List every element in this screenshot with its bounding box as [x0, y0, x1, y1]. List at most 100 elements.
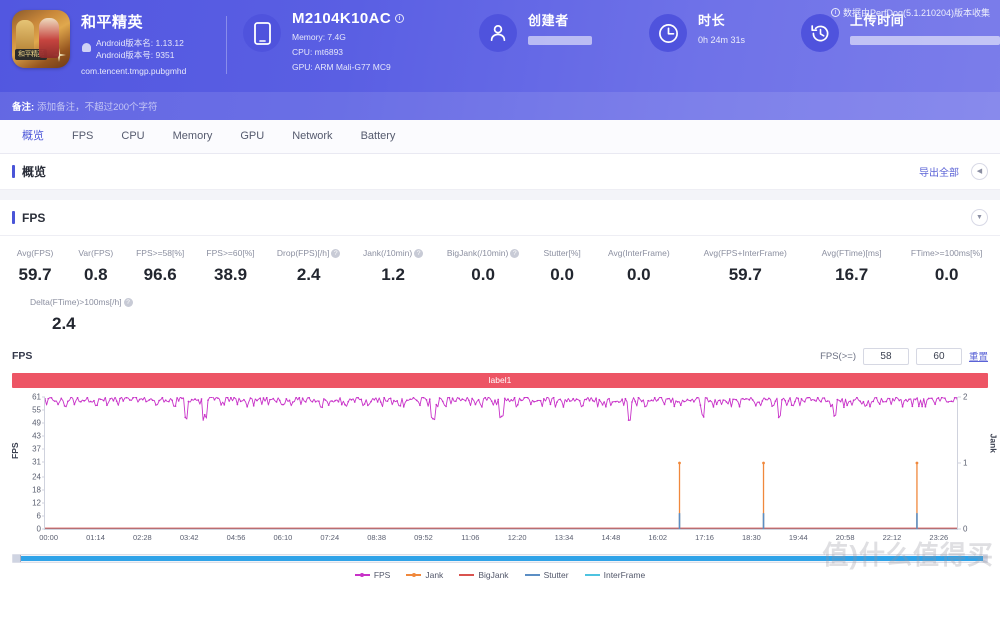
- plot-inner-area[interactable]: 0 6 12 18 24 31 37 43 49 55 61 0 1 2 00:00 01:14 02:28 03…: [32, 393, 967, 543]
- device-memory: Memory: 7.4G: [292, 32, 346, 42]
- metric-label: Stutter[%]: [543, 248, 581, 258]
- help-icon[interactable]: ?: [331, 248, 341, 258]
- x-axis-tick: 07:24: [320, 533, 340, 542]
- legend-item-jank[interactable]: Jank: [406, 570, 443, 580]
- metric-label: Avg(FTime)[ms]: [821, 248, 882, 258]
- fps-filter-label: FPS(>=): [820, 350, 856, 362]
- x-axis-tick: 13:34: [554, 533, 574, 542]
- metric-label: FTime>=100ms[%]: [910, 248, 983, 258]
- fps-min-input[interactable]: 58: [862, 347, 909, 365]
- y2-axis-tick: 0: [963, 524, 968, 534]
- y-axis-tick: 49: [32, 418, 41, 428]
- y-axis-tick: 12: [32, 498, 41, 508]
- legend-label: FPS: [373, 570, 391, 580]
- y-axis-tick: 31: [32, 457, 41, 467]
- y-axis-tick: 6: [36, 511, 41, 521]
- y-axis-tick-mark: [42, 489, 45, 491]
- tab-battery[interactable]: Battery: [347, 120, 410, 153]
- app-info-block: 和平精英 和平精英 Android版本名: 1.13.12 Android版本号…: [0, 10, 218, 76]
- perfdog-version-note: i 数据由PerfDog(5.1.210204)版本收集: [830, 6, 990, 19]
- duration-value: 0h 24m 31s: [698, 35, 746, 45]
- y2-axis-tick: 2: [963, 392, 968, 402]
- chart-title: FPS: [12, 350, 33, 362]
- metric-fps-ge-60: FPS>=60[%] 38.9: [195, 244, 266, 285]
- x-axis-tick: 17:16: [695, 533, 714, 542]
- history-icon-glyph: [810, 24, 828, 41]
- tab-overview[interactable]: 概览: [8, 120, 58, 153]
- metric-label: Delta(FTime)>100ms[/h]: [30, 297, 122, 307]
- y-axis-tick: 55: [32, 405, 41, 415]
- memo-input-placeholder[interactable]: 添加备注，不超过200个字符: [37, 99, 157, 113]
- legend-marker: [411, 573, 416, 577]
- scrollbar-handle-right[interactable]: [983, 555, 987, 562]
- fps-chart-plot: FPS Jank 0 6 12 18 24 31 37 43 49 55 61 0 1 2 00:00 01:…: [0, 393, 1000, 548]
- clock-icon-glyph: [658, 23, 678, 43]
- legend-item-interframe[interactable]: InterFrame: [584, 570, 646, 580]
- device-gpu: GPU: ARM Mali-G77 MC9: [292, 62, 391, 72]
- y2-axis-tick-mark: [958, 396, 961, 398]
- metric-avg-interframe: Avg(InterFrame) 0.0: [593, 244, 684, 285]
- y2-axis-tick-mark: [958, 462, 961, 464]
- info-icon[interactable]: i: [395, 14, 405, 23]
- fps-metrics-row-1: Avg(FPS) 59.7 Var(FPS) 0.8 FPS>=58[%] 96…: [4, 244, 996, 285]
- android-icon: [81, 41, 92, 52]
- chart-legend: FPS Jank BigJank Stutter InterFrame: [0, 570, 1000, 580]
- export-all-button[interactable]: 导出全部: [919, 164, 959, 179]
- overview-collapse-button[interactable]: ◀: [971, 163, 988, 180]
- clock-icon: [649, 14, 687, 52]
- tab-gpu[interactable]: GPU: [226, 120, 278, 153]
- page-title: 概览: [12, 163, 46, 180]
- creator-block: 创建者: [479, 10, 649, 52]
- y-axis-tick-mark: [42, 528, 45, 530]
- y2-axis-title: Jank: [988, 433, 998, 453]
- x-axis-tick: 22:12: [882, 533, 902, 542]
- chart-range-scrollbar[interactable]: [12, 554, 988, 563]
- overview-section-header: 概览 导出全部 ◀: [0, 154, 1000, 190]
- x-axis-tick: 19:44: [788, 533, 808, 542]
- y-axis-tick-mark: [42, 448, 45, 450]
- fps-expand-button[interactable]: ▼: [971, 209, 988, 226]
- tab-cpu[interactable]: CPU: [107, 120, 158, 153]
- legend-swatch: [524, 574, 540, 576]
- tab-memory[interactable]: Memory: [159, 120, 227, 153]
- chevron-down-icon: ▼: [976, 214, 983, 221]
- metric-var-fps: Var(FPS) 0.8: [66, 244, 125, 285]
- x-axis-tick: 16:02: [648, 533, 668, 542]
- main-tab-bar: 概览 FPS CPU Memory GPU Network Battery: [0, 120, 1000, 154]
- metric-value: 0.0: [627, 265, 651, 284]
- overview-title-text: 概览: [22, 165, 47, 179]
- y2-axis-tick: 1: [963, 458, 968, 468]
- metric-jank: Jank(/10min)? 1.2: [351, 244, 435, 285]
- legend-item-fps[interactable]: FPS: [354, 570, 391, 580]
- fps-section-title: FPS: [12, 211, 45, 225]
- scrollbar-fill[interactable]: [14, 556, 986, 561]
- help-icon[interactable]: ?: [123, 297, 133, 307]
- y-axis-tick: 24: [32, 472, 41, 482]
- help-icon[interactable]: ?: [510, 248, 520, 258]
- y-axis-tick-mark: [42, 435, 45, 437]
- reset-button[interactable]: 重置: [969, 349, 988, 363]
- metric-label: Drop(FPS)[/h]: [276, 248, 330, 258]
- metric-value: 38.9: [213, 265, 248, 284]
- title-accent-bar: [12, 211, 15, 224]
- phone-icon-glyph: [253, 21, 271, 45]
- scrollbar-handle-left[interactable]: [13, 555, 21, 562]
- legend-label: InterFrame: [603, 570, 646, 580]
- x-axis-tick: 03:42: [179, 533, 199, 542]
- legend-item-stutter[interactable]: Stutter: [524, 570, 569, 580]
- help-icon[interactable]: ?: [414, 248, 424, 258]
- tab-fps[interactable]: FPS: [58, 120, 107, 153]
- legend-item-bigjank[interactable]: BigJank: [459, 570, 509, 580]
- x-axis-tick: 12:20: [507, 533, 527, 542]
- device-cpu: CPU: mt6893: [292, 47, 344, 57]
- creator-value-redacted: [528, 36, 592, 45]
- fps-metrics-panel: Avg(FPS) 59.7 Var(FPS) 0.8 FPS>=58[%] 96…: [0, 236, 1000, 336]
- segment-label-bar[interactable]: label1: [12, 373, 988, 388]
- phone-icon: [243, 14, 281, 52]
- device-info-block: M2104K10AC i Memory: 7.4G CPU: mt6893 GP…: [243, 10, 479, 72]
- perfdog-version-text: 数据由PerfDog(5.1.210204)版本收集: [842, 8, 990, 18]
- fps-max-input[interactable]: 60: [915, 347, 962, 365]
- tab-network[interactable]: Network: [278, 120, 346, 153]
- y-axis-title: FPS: [10, 442, 20, 459]
- memo-bar[interactable]: 备注: 添加备注，不超过200个字符: [0, 92, 1000, 120]
